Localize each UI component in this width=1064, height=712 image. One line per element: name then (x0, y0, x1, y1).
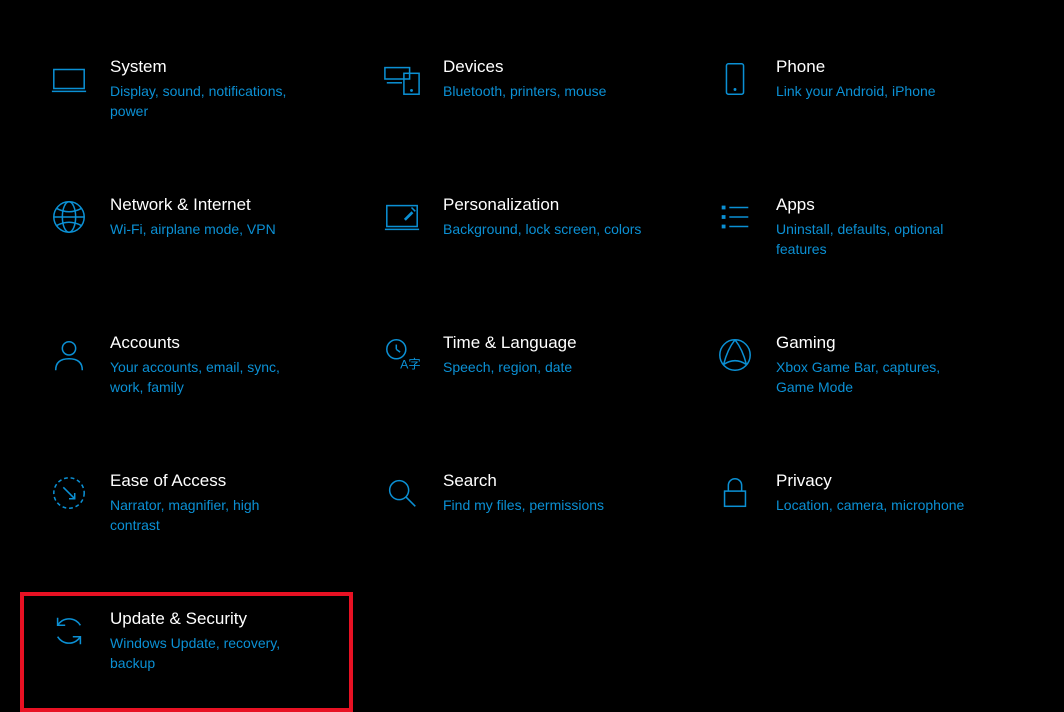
settings-tile-accounts[interactable]: Accounts Your accounts, email, sync, wor… (20, 316, 353, 436)
tile-title: Personalization (443, 194, 658, 216)
lock-icon (716, 474, 754, 512)
svg-text:A字: A字 (400, 356, 421, 371)
tile-title: Phone (776, 56, 991, 78)
settings-tile-devices[interactable]: Devices Bluetooth, printers, mouse (353, 40, 686, 160)
gaming-icon (716, 336, 754, 374)
tile-title: System (110, 56, 325, 78)
tile-desc: Link your Android, iPhone (776, 82, 976, 102)
tile-desc: Windows Update, recovery, backup (110, 634, 310, 673)
tile-desc: Background, lock screen, colors (443, 220, 643, 240)
settings-categories-grid: System Display, sound, notifications, po… (0, 0, 1064, 712)
tile-title: Network & Internet (110, 194, 325, 216)
tile-desc: Uninstall, defaults, optional features (776, 220, 976, 259)
tile-title: Update & Security (110, 608, 325, 630)
tile-desc: Xbox Game Bar, captures, Game Mode (776, 358, 976, 397)
globe-icon (50, 198, 88, 236)
tile-title: Gaming (776, 332, 991, 354)
person-icon (50, 336, 88, 374)
settings-tile-search[interactable]: Search Find my files, permissions (353, 454, 686, 574)
devices-icon (383, 60, 421, 98)
settings-tile-time-language[interactable]: A字 Time & Language Speech, region, date (353, 316, 686, 436)
tile-desc: Narrator, magnifier, high contrast (110, 496, 310, 535)
update-icon (50, 612, 88, 650)
settings-tile-privacy[interactable]: Privacy Location, camera, microphone (686, 454, 1019, 574)
phone-icon (716, 60, 754, 98)
tile-desc: Find my files, permissions (443, 496, 643, 516)
tile-desc: Bluetooth, printers, mouse (443, 82, 643, 102)
tile-desc: Location, camera, microphone (776, 496, 976, 516)
tile-desc: Display, sound, notifications, power (110, 82, 310, 121)
tile-title: Apps (776, 194, 991, 216)
tile-title: Accounts (110, 332, 325, 354)
tile-title: Search (443, 470, 658, 492)
settings-tile-gaming[interactable]: Gaming Xbox Game Bar, captures, Game Mod… (686, 316, 1019, 436)
tile-desc: Your accounts, email, sync, work, family (110, 358, 310, 397)
settings-tile-ease-of-access[interactable]: Ease of Access Narrator, magnifier, high… (20, 454, 353, 574)
search-icon (383, 474, 421, 512)
ease-of-access-icon (50, 474, 88, 512)
settings-tile-system[interactable]: System Display, sound, notifications, po… (20, 40, 353, 160)
tile-desc: Speech, region, date (443, 358, 643, 378)
system-icon (50, 60, 88, 98)
settings-tile-personalization[interactable]: Personalization Background, lock screen,… (353, 178, 686, 298)
tile-title: Time & Language (443, 332, 658, 354)
time-language-icon: A字 (383, 336, 421, 374)
settings-tile-update-security[interactable]: Update & Security Windows Update, recove… (20, 592, 353, 712)
apps-icon (716, 198, 754, 236)
settings-tile-network[interactable]: Network & Internet Wi-Fi, airplane mode,… (20, 178, 353, 298)
settings-tile-phone[interactable]: Phone Link your Android, iPhone (686, 40, 1019, 160)
settings-tile-apps[interactable]: Apps Uninstall, defaults, optional featu… (686, 178, 1019, 298)
tile-title: Devices (443, 56, 658, 78)
tile-desc: Wi-Fi, airplane mode, VPN (110, 220, 310, 240)
tile-title: Ease of Access (110, 470, 325, 492)
tile-title: Privacy (776, 470, 991, 492)
personalization-icon (383, 198, 421, 236)
